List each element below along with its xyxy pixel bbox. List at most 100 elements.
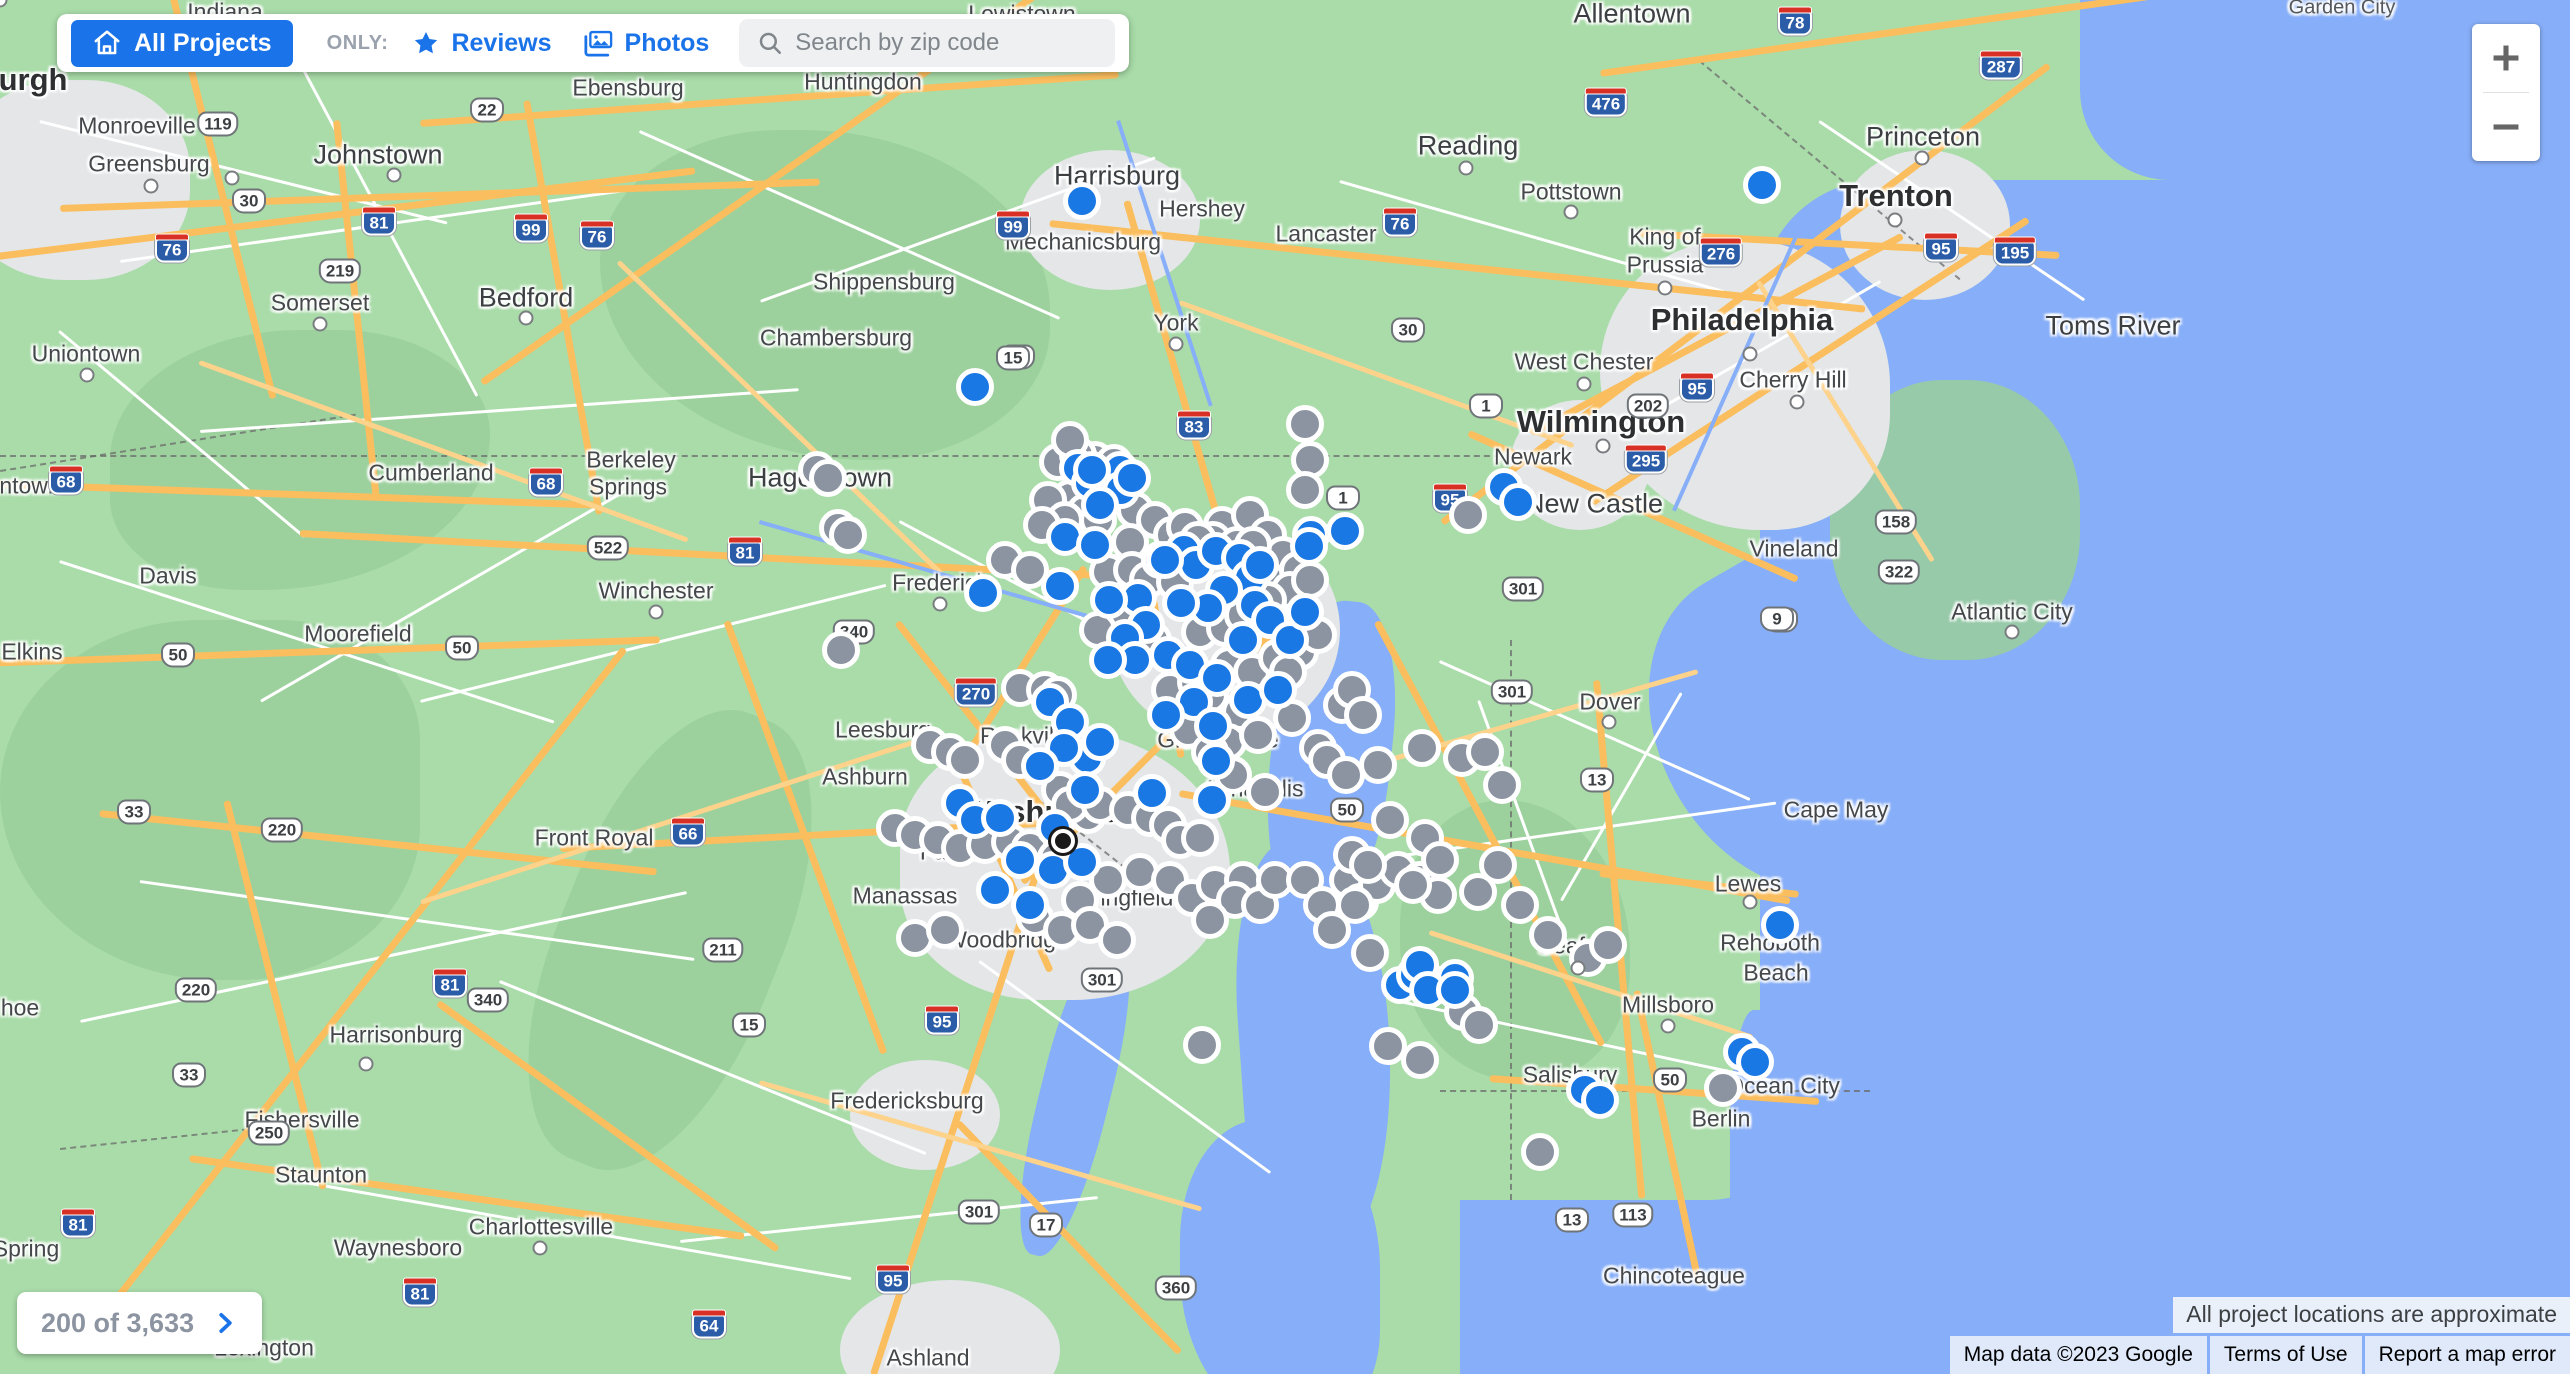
project-marker-gray[interactable] [1286,471,1324,509]
project-marker-blue[interactable] [1021,747,1059,785]
search-input[interactable]: Search by zip code [795,29,999,57]
project-marker-blue[interactable] [1761,906,1799,944]
project-marker-gray[interactable] [1098,921,1136,959]
project-marker-gray[interactable] [1460,1006,1498,1044]
project-marker-gray[interactable] [1449,496,1487,534]
city-dot [224,170,240,186]
city-dot [1563,204,1579,220]
project-marker-blue[interactable] [1076,526,1114,564]
us-route-shield-icon: 50 [1653,1067,1687,1093]
project-marker-gray[interactable] [1403,729,1441,767]
project-marker-blue[interactable] [1089,641,1127,679]
project-marker-gray[interactable] [1183,1026,1221,1064]
interstate-shield-icon: 95 [1680,372,1714,402]
project-marker-blue[interactable] [1063,182,1101,220]
us-route-shield-icon: 250 [247,1120,291,1146]
project-marker-gray[interactable] [1394,866,1432,904]
city-dot [1601,714,1617,730]
map-zoom-controls [2472,24,2540,161]
project-marker-gray[interactable] [822,631,860,669]
city-dot [1576,376,1592,392]
interstate-shield-icon: 276 [1699,237,1743,267]
project-marker-blue[interactable] [1499,483,1537,521]
city-dot [312,316,328,332]
us-route-shield-icon: 15 [996,345,1030,371]
all-projects-button[interactable]: All Projects [71,19,293,67]
us-route-shield-icon: 220 [174,977,218,1003]
project-marker-gray[interactable] [1483,766,1521,804]
us-route-shield-icon: 119 [197,111,239,137]
project-marker-blue[interactable] [1224,621,1262,659]
project-marker-blue[interactable] [1736,1043,1774,1081]
report-map-error-link[interactable]: Report a map error [2364,1336,2570,1374]
project-marker-gray[interactable] [1286,405,1324,443]
project-marker-gray[interactable] [1401,1041,1439,1079]
project-marker-blue[interactable] [1259,671,1297,709]
project-marker-blue[interactable] [1001,841,1039,879]
project-marker-blue[interactable] [1011,886,1049,924]
us-route-shield-icon: 158 [1874,509,1918,535]
project-marker-gray[interactable] [1704,1069,1742,1107]
project-marker-gray[interactable] [1181,819,1219,857]
project-marker-blue[interactable] [1194,707,1232,745]
project-marker-blue[interactable] [1286,593,1324,631]
city-dot [1887,212,1903,228]
project-marker-gray[interactable] [946,741,984,779]
terms-of-use-link[interactable]: Terms of Use [2209,1336,2362,1374]
project-marker-blue[interactable] [1436,971,1474,1009]
interstate-shield-icon: 99 [996,210,1030,240]
results-counter-pager[interactable]: 200 of 3,633 [17,1292,263,1354]
project-marker-blue[interactable] [1290,527,1328,565]
project-marker-blue[interactable] [964,574,1002,612]
filter-reviews[interactable]: Reviews [412,28,552,58]
project-marker-blue[interactable] [1581,1081,1619,1119]
us-route-shield-icon: 1 [1326,485,1360,511]
project-marker-gray[interactable] [1351,934,1389,972]
project-marker-blue[interactable] [1241,546,1279,584]
project-marker-gray[interactable] [1313,911,1351,949]
project-marker-blue[interactable] [1081,723,1119,761]
chevron-right-icon[interactable] [212,1308,238,1338]
project-marker-gray[interactable] [1589,926,1627,964]
project-marker-gray[interactable] [829,516,867,554]
project-marker-gray[interactable] [1371,801,1409,839]
project-marker-gray[interactable] [1521,1133,1559,1171]
project-marker-gray[interactable] [1529,916,1567,954]
project-marker-blue[interactable] [1147,696,1185,734]
project-marker-gray[interactable] [1459,873,1497,911]
map-filter-toolbar: All Projects ONLY: Reviews Photos Search… [57,14,1130,72]
city-dot [648,604,664,620]
project-marker-blue[interactable] [1081,486,1119,524]
filter-photos[interactable]: Photos [583,29,709,58]
project-marker-blue[interactable] [1326,512,1364,550]
project-marker-blue[interactable] [1162,584,1200,622]
project-marker-blue[interactable] [1090,581,1128,619]
project-marker-blue[interactable] [1066,771,1104,809]
project-marker-gray[interactable] [926,911,964,949]
project-marker-blue[interactable] [981,799,1019,837]
project-marker-blue[interactable] [1197,742,1235,780]
zoom-in-button[interactable] [2472,24,2540,92]
project-marker-gray[interactable] [1349,846,1387,884]
project-marker-gray[interactable] [1191,901,1229,939]
zoom-out-button[interactable] [2472,93,2540,161]
map-canvas[interactable]: IndianaLewistownAllentownGarden Cityurgh… [0,0,2570,1374]
project-marker-blue[interactable] [1073,451,1111,489]
project-marker-blue[interactable] [956,368,994,406]
project-marker-blue[interactable] [976,871,1014,909]
project-marker-gray[interactable] [1246,773,1284,811]
project-marker-gray[interactable] [1239,716,1277,754]
project-marker-gray[interactable] [1359,746,1397,784]
project-marker-gray[interactable] [809,459,847,497]
search-zip-container[interactable]: Search by zip code [739,19,1116,67]
project-marker-gray[interactable] [1344,696,1382,734]
project-marker-blue[interactable] [1113,459,1151,497]
project-marker-blue[interactable] [1146,541,1184,579]
project-marker-blue[interactable] [1743,166,1781,204]
project-marker-blue[interactable] [1193,781,1231,819]
filter-reviews-label: Reviews [451,28,552,57]
project-marker-gray[interactable] [1501,886,1539,924]
project-marker-blue[interactable] [1133,774,1171,812]
project-marker-blue[interactable] [1041,567,1079,605]
us-route-shield-icon: 113 [1612,1202,1654,1228]
